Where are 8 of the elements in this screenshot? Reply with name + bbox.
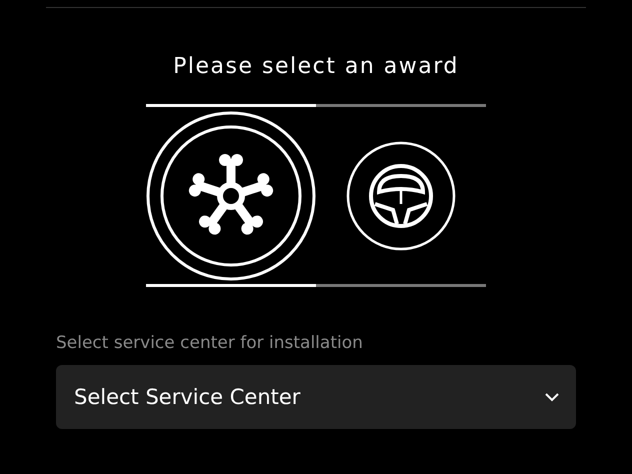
service-center-dropdown[interactable]: Select Service Center — [56, 365, 576, 429]
award-option[interactable] — [346, 140, 456, 250]
steering-wheel-icon — [369, 164, 433, 228]
chevron-down-icon — [544, 392, 560, 402]
award-option[interactable] — [146, 110, 316, 280]
wheel-spokes-icon — [188, 154, 274, 234]
field-label: Select service center for installation — [56, 333, 364, 353]
page-title: Please select an award — [173, 53, 459, 81]
